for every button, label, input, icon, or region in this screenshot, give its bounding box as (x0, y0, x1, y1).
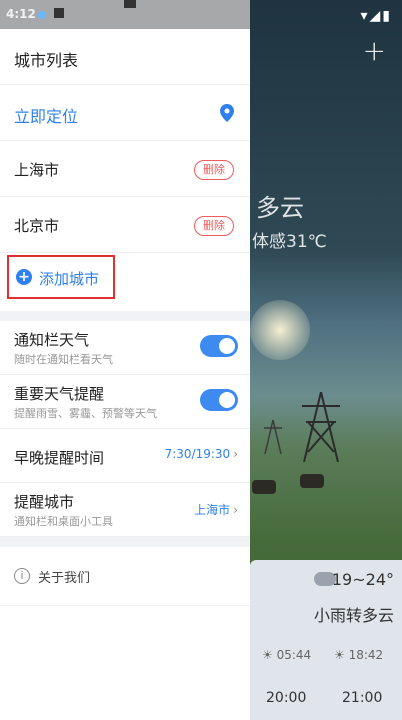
setting-subtitle: 提醒雨雪、雾霾、预警等天气 (14, 407, 157, 420)
forecast-card: 19~24° 小雨转多云 ☀ 05:44 ☀ 18:42 20:00 21:00 (250, 560, 402, 720)
add-city-button[interactable]: + 添加城市 (7, 255, 115, 299)
locate-now-row[interactable]: 立即定位 (0, 85, 250, 141)
toggle-knob (219, 338, 235, 354)
setting-title: 通知栏天气 (14, 331, 90, 349)
notify-bar-weather-row: 通知栏天气 随时在通知栏看天气 (0, 321, 250, 375)
add-plus-icon[interactable]: + (363, 34, 386, 67)
power-tower-small-icon (264, 420, 282, 454)
cow-icon (252, 480, 276, 494)
sunrise-time: ☀ 05:44 (262, 648, 312, 662)
location-pin-icon[interactable] (220, 104, 234, 122)
sunset-time: ☀ 18:42 (334, 648, 384, 662)
delete-city-button[interactable]: 删除 (194, 216, 234, 236)
cow-icon (300, 474, 324, 488)
forecast-description: 小雨转多云 (313, 606, 394, 625)
notify-bar-toggle[interactable] (200, 335, 238, 357)
setting-subtitle: 通知栏和桌面小工具 (14, 515, 113, 528)
setting-title: 早晚提醒时间 (14, 449, 105, 467)
status-bar: 4:12 (0, 0, 250, 29)
toggle-knob (219, 392, 235, 408)
setting-subtitle: 随时在通知栏看天气 (14, 353, 113, 366)
about-us-label[interactable]: 关于我们 (38, 567, 90, 586)
locate-now-label[interactable]: 立即定位 (14, 103, 78, 127)
section-divider (0, 537, 250, 547)
add-city-label[interactable]: 添加城市 (39, 268, 99, 289)
settings-section: 通知栏天气 随时在通知栏看天气 重要天气提醒 提醒雨雪、雾霾、预警等天气 早晚提… (0, 321, 250, 537)
power-tower-icon (302, 392, 340, 462)
hour-label: 21:00 (342, 690, 383, 706)
chevron-right-icon: › (233, 447, 238, 461)
city-name: 上海市 (14, 161, 60, 179)
notification-square-icon (124, 0, 136, 8)
info-icon: i (14, 568, 30, 584)
city-list-section: 城市列表 立即定位 上海市 删除 北京市 删除 + 添加城市 (0, 29, 250, 311)
reminder-time-value[interactable]: 7:30/19:30 › (165, 447, 238, 461)
reminder-city-value[interactable]: 上海市 › (194, 501, 238, 518)
hour-label: 20:00 (266, 690, 307, 706)
section-divider (0, 311, 250, 321)
add-city-row[interactable]: + 添加城市 (0, 253, 250, 311)
important-alert-toggle[interactable] (200, 389, 238, 411)
weather-condition: 多云 (256, 194, 304, 222)
city-row-beijing[interactable]: 北京市 删除 (0, 197, 250, 253)
status-time: 4:12 (6, 7, 36, 21)
delete-city-button[interactable]: 删除 (194, 160, 234, 180)
city-row-shanghai[interactable]: 上海市 删除 (0, 141, 250, 197)
notification-square-icon (54, 8, 64, 18)
sun-glow (250, 300, 310, 360)
city-drawer: 4:12 城市列表 立即定位 上海市 删除 北京市 删除 + 添加城市 通知栏天… (0, 0, 250, 720)
feels-like: 体感31℃ (252, 232, 327, 252)
important-alert-row: 重要天气提醒 提醒雨雪、雾霾、预警等天气 (0, 375, 250, 429)
plus-circle-icon[interactable]: + (16, 269, 32, 285)
reminder-city-row[interactable]: 提醒城市 通知栏和桌面小工具 上海市 › (0, 483, 250, 537)
chevron-right-icon: › (233, 503, 238, 517)
temp-range: 19~24° (331, 570, 394, 589)
setting-title: 重要天气提醒 (14, 385, 105, 403)
app-notification-icon (38, 11, 46, 19)
drawer-title-row: 城市列表 (0, 29, 250, 85)
reminder-time-row[interactable]: 早晚提醒时间 7:30/19:30 › (0, 429, 250, 483)
setting-title: 提醒城市 (14, 493, 75, 511)
about-us-row[interactable]: i 关于我们 (0, 547, 250, 605)
drawer-title: 城市列表 (14, 51, 79, 70)
city-name: 北京市 (14, 217, 60, 235)
drawer-empty-area (0, 606, 250, 720)
status-icons-right: ▾◢▮ (360, 8, 392, 24)
